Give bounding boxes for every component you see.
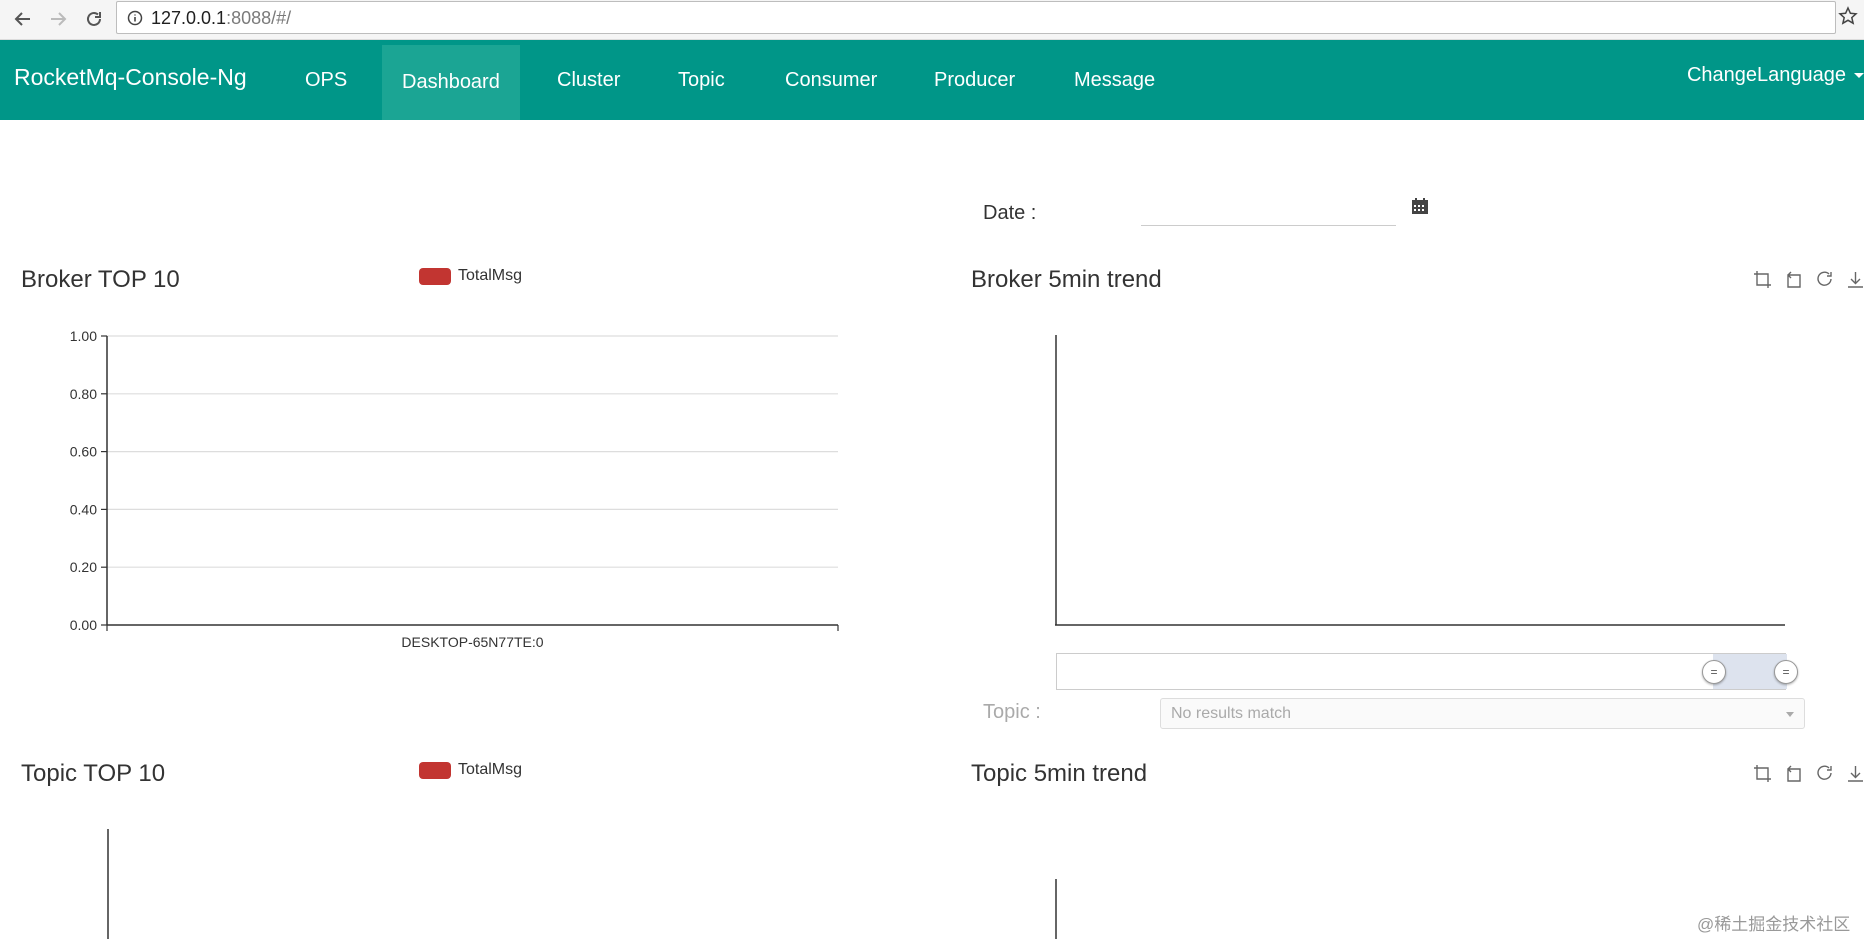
zoom-reset-icon[interactable]	[1784, 764, 1803, 783]
data-zoom-end-handle[interactable]: =	[1774, 660, 1798, 684]
url-path: :8088/#/	[226, 8, 292, 28]
data-zoom-slider[interactable]: = =	[1056, 653, 1798, 690]
zoom-icon[interactable]	[1753, 270, 1772, 289]
calendar-icon[interactable]	[1411, 197, 1429, 220]
legend-swatch	[419, 267, 451, 285]
forward-button[interactable]	[43, 4, 73, 34]
topic-trend-title: Topic 5min trend	[971, 760, 1148, 787]
y-tick-label: 0.00	[70, 617, 97, 633]
legend-label: TotalMsg	[458, 761, 523, 778]
x-tick-label: DESKTOP-65N77TE:0	[401, 634, 543, 650]
topic-select-placeholder: No results match	[1171, 705, 1292, 722]
change-language-dropdown[interactable]: ChangeLanguage	[1687, 64, 1864, 87]
topic-select[interactable]: No results match	[1160, 698, 1805, 729]
broker-top10-title: Broker TOP 10	[21, 266, 180, 293]
url-text: 127.0.0.1:8088/#/	[151, 8, 291, 29]
caret-down-icon	[1854, 73, 1864, 79]
broker-top10-legend[interactable]: TotalMsg	[419, 267, 522, 285]
broker-trend-chart	[1055, 335, 1785, 626]
back-button[interactable]	[8, 4, 38, 34]
browser-toolbar: 127.0.0.1:8088/#/	[0, 0, 1864, 40]
save-image-icon[interactable]	[1846, 764, 1864, 783]
y-tick-label: 0.40	[70, 501, 97, 517]
watermark: @稀土掘金技术社区	[1697, 915, 1851, 934]
date-label: Date :	[983, 202, 1037, 224]
back-arrow-icon	[14, 12, 30, 26]
zoom-reset-icon[interactable]	[1784, 270, 1803, 289]
topic-top10-legend[interactable]: TotalMsg	[419, 761, 522, 779]
reload-button[interactable]	[79, 4, 109, 34]
nav-item-topic[interactable]: Topic	[658, 40, 745, 120]
legend-label: TotalMsg	[458, 267, 523, 284]
topic-trend-toolbox	[1753, 764, 1864, 783]
y-tick-label: 0.60	[70, 444, 97, 460]
restore-icon[interactable]	[1815, 764, 1834, 783]
forward-arrow-icon	[51, 12, 67, 26]
topic-top10-title: Topic TOP 10	[21, 760, 166, 787]
nav-item-consumer[interactable]: Consumer	[765, 40, 897, 120]
change-language-label: ChangeLanguage	[1686, 64, 1846, 86]
url-host: 127.0.0.1	[151, 8, 227, 28]
nav-item-ops[interactable]: OPS	[285, 40, 367, 120]
nav-item-producer[interactable]: Producer	[914, 40, 1035, 120]
bookmark-star-icon[interactable]	[1838, 6, 1858, 31]
y-tick-label: 0.20	[70, 559, 97, 575]
topic-trend-chart	[1055, 879, 1057, 939]
brand-logo-text[interactable]: RocketMq-Console-Ng	[14, 64, 247, 91]
address-bar[interactable]: 127.0.0.1:8088/#/	[116, 1, 1836, 34]
save-image-icon[interactable]	[1846, 270, 1864, 289]
broker-top10-chart: 0.00 0.20 0.40 0.60 0.80 1.00 DESKTOP-65N77TE:…	[70, 328, 839, 650]
date-input[interactable]	[1141, 196, 1396, 226]
broker-trend-toolbox	[1753, 270, 1864, 289]
restore-icon[interactable]	[1815, 270, 1834, 289]
reload-icon	[87, 11, 101, 26]
nav-item-message[interactable]: Message	[1054, 40, 1175, 120]
nav-item-cluster[interactable]: Cluster	[537, 40, 640, 120]
y-tick-label: 1.00	[70, 328, 97, 344]
nav-item-dashboard[interactable]: Dashboard	[382, 45, 520, 120]
topic-top10-chart	[107, 829, 109, 939]
topic-filter-label: Topic :	[983, 701, 1041, 723]
legend-swatch	[419, 761, 451, 779]
y-tick-label: 0.80	[70, 386, 97, 402]
info-icon[interactable]	[127, 10, 143, 31]
top-navbar: RocketMq-Console-Ng OPS Dashboard Cluste…	[0, 40, 1864, 120]
zoom-icon[interactable]	[1753, 764, 1772, 783]
broker-trend-title: Broker 5min trend	[971, 266, 1162, 293]
dropdown-arrow-icon	[1786, 712, 1794, 717]
data-zoom-start-handle[interactable]: =	[1702, 660, 1726, 684]
